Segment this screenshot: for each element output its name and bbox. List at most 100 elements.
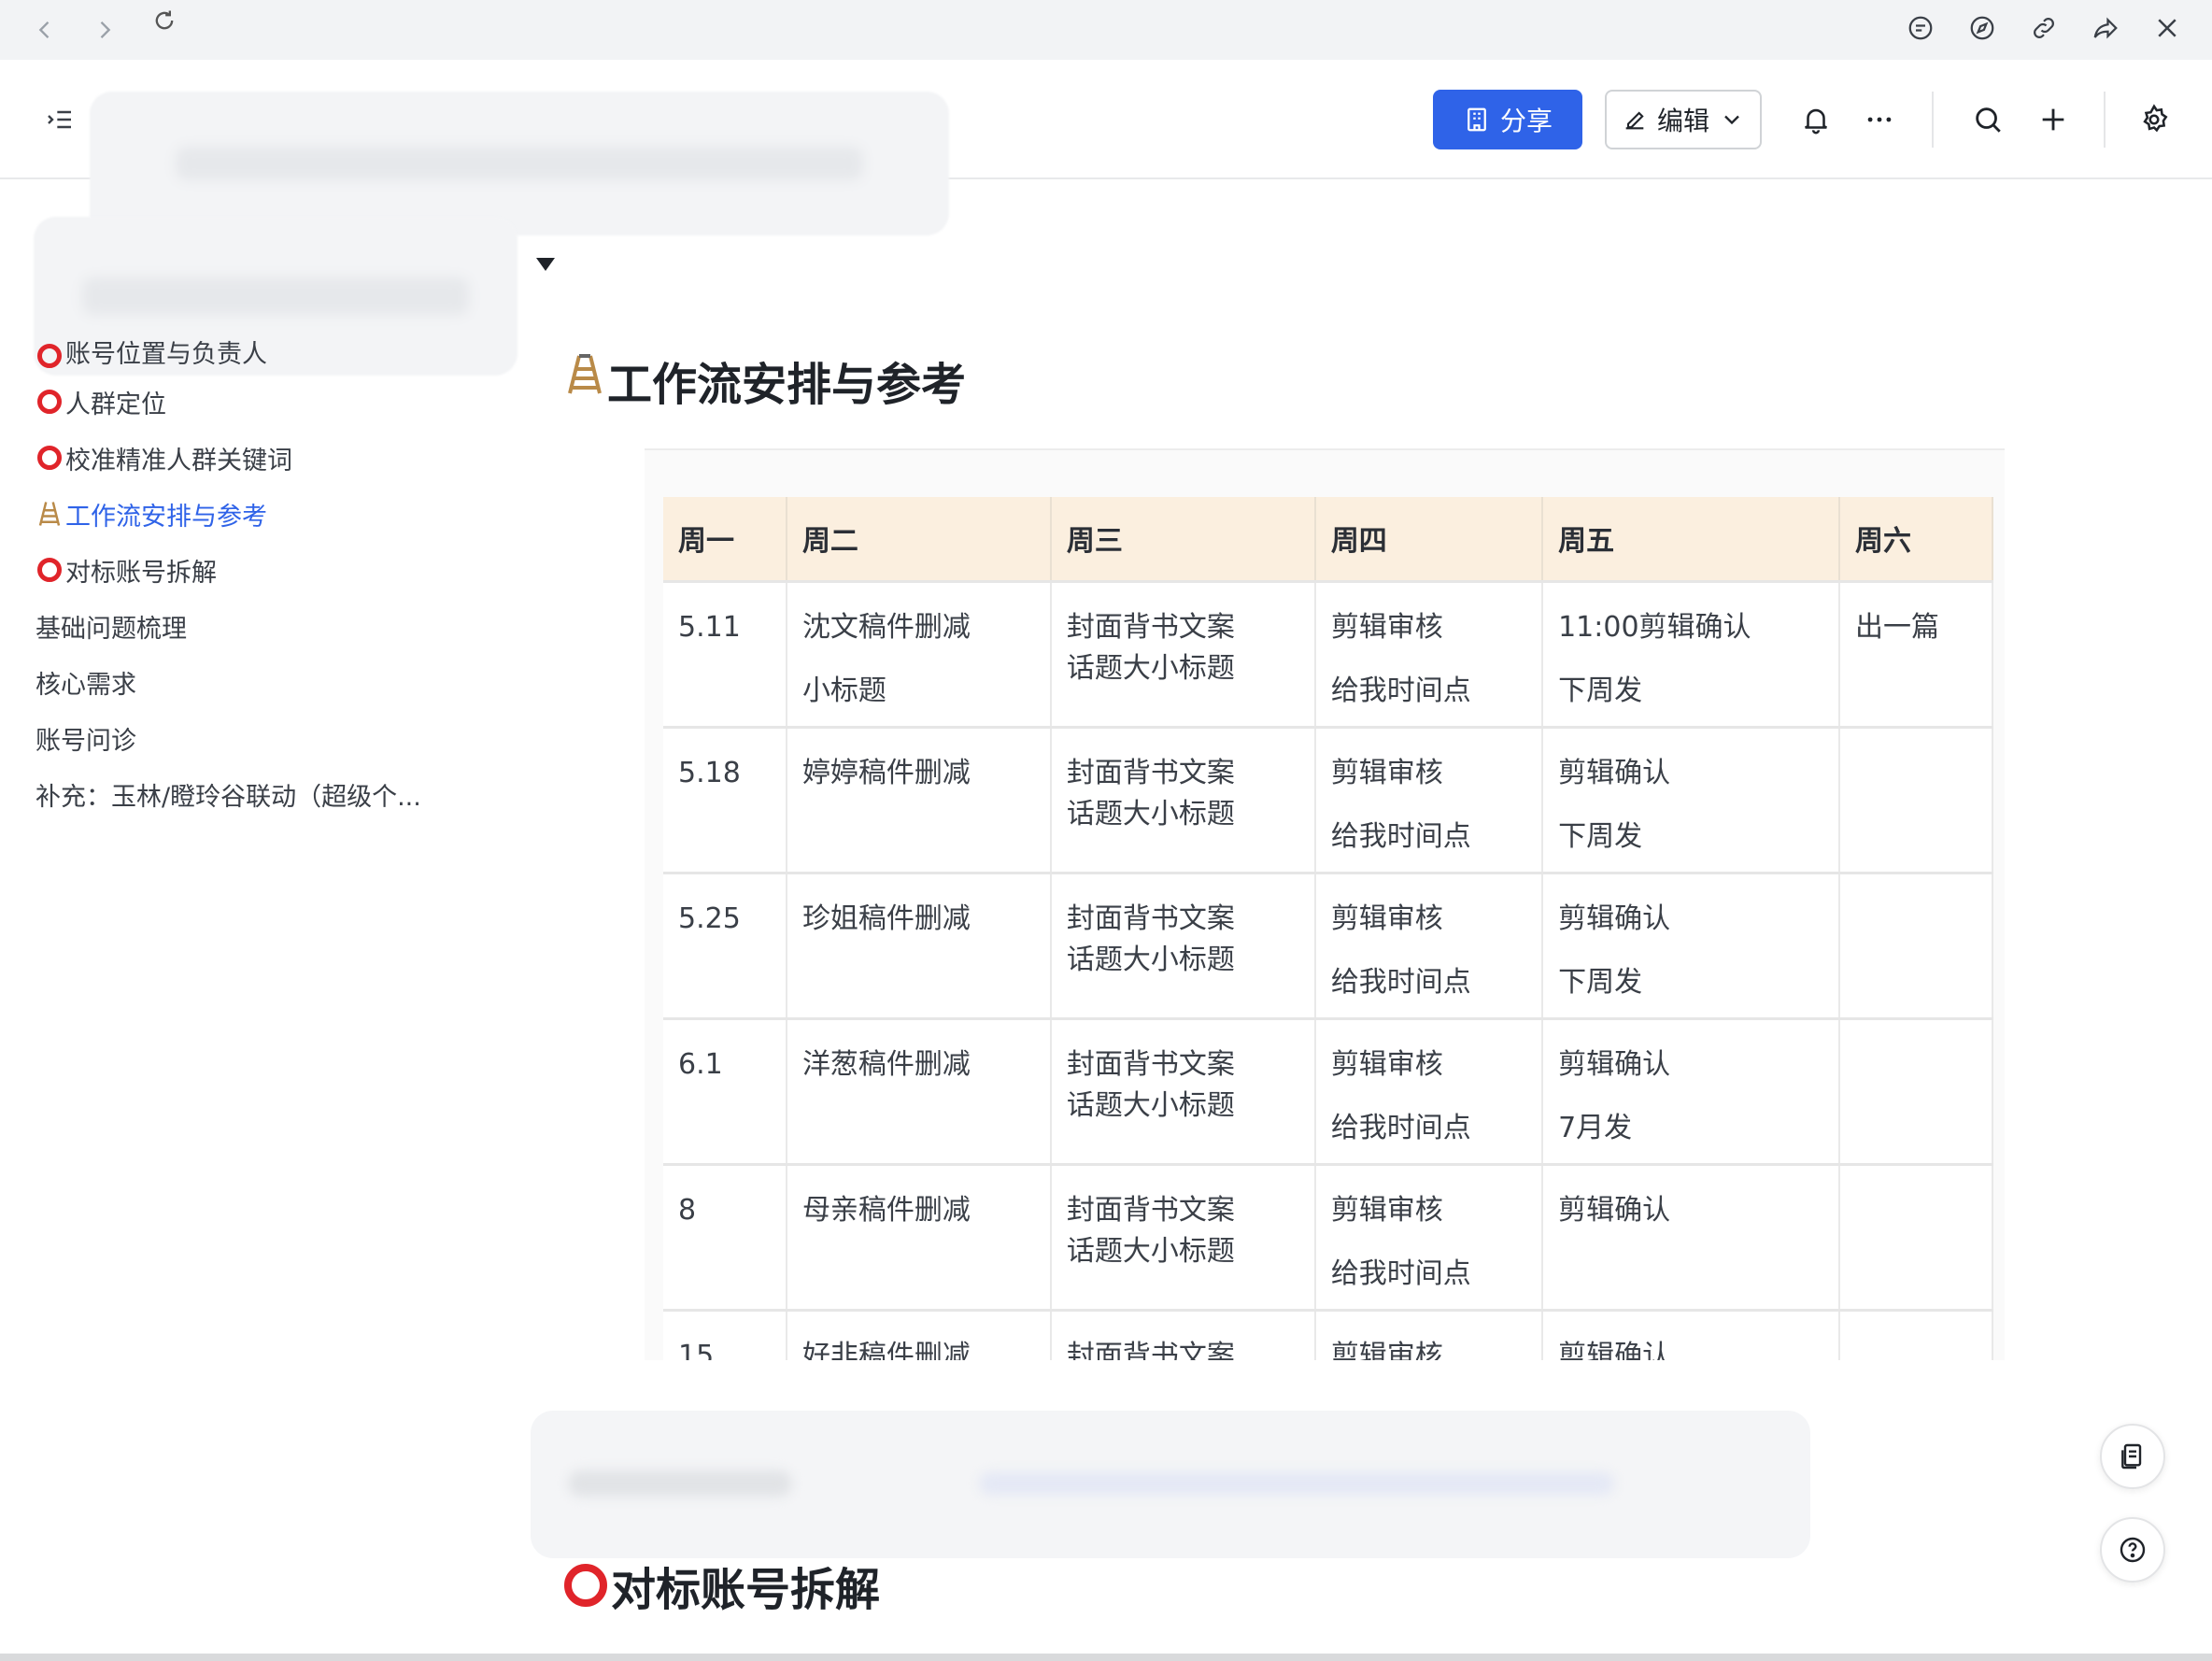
cell-text: 5.25: [678, 901, 741, 935]
cell-text: 剪辑审核 给我时间点: [1330, 1193, 1471, 1290]
table-of-contents: 账号位置与负责人 人群定位校准精准人群关键词工作流安排与参考 对标账号拆解 基础问题梳…: [0, 179, 555, 1661]
table-cell[interactable]: [1839, 871, 1993, 1018]
embedded-link-card[interactable]: [531, 1411, 1810, 1558]
help-button[interactable]: [2100, 1517, 2165, 1583]
table-cell[interactable]: 剪辑审核: [1314, 1308, 1544, 1360]
bell-icon[interactable]: [1797, 101, 1835, 138]
table-cell[interactable]: 好非稿件删减: [786, 1308, 1052, 1361]
table-row: 5.25 珍姐稿件删减 封面背书文案 话题大小标题 剪辑审核 给我时间点 剪辑确认 下周…: [663, 871, 1993, 1018]
table-row: 6.1 洋葱稿件删减 封面背书文案 话题大小标题 剪辑审核 给我时间点 剪辑确认 7月发: [663, 1016, 1993, 1164]
toc-toggle-icon[interactable]: [41, 101, 78, 138]
link-icon[interactable]: [2027, 11, 2061, 45]
table-cell[interactable]: 5.18: [663, 725, 787, 873]
caret-down-icon[interactable]: [534, 254, 557, 273]
document-icon: [2121, 1443, 2142, 1469]
table-cell[interactable]: 珍姐稿件删减: [786, 871, 1052, 1018]
cell-text: 6.1: [678, 1047, 723, 1081]
chevron-down-icon: [1724, 115, 1739, 125]
cell-text: 剪辑确认 下周发: [1558, 756, 1671, 853]
toc-item[interactable]: 对标账号拆解: [35, 542, 521, 598]
cell-text: 封面背书文案: [1066, 1339, 1235, 1361]
table-cell[interactable]: 剪辑审核 给我时间点: [1314, 871, 1544, 1018]
gear-icon[interactable]: [2135, 101, 2173, 138]
table-row: 5.11 沈文稿件删减 小标题 封面背书文案 话题大小标题 剪辑审核 给我时间点 11:…: [663, 579, 1993, 727]
toc-item[interactable]: 补充：玉林/瞪玲谷联动（超级个...: [35, 766, 521, 822]
ladder-icon: [566, 352, 607, 408]
table-header-cell: 周二: [786, 497, 1052, 581]
table-cell[interactable]: 封面背书文案: [1050, 1308, 1316, 1361]
table-cell[interactable]: 剪辑确认 下周发: [1542, 725, 1841, 873]
more-icon[interactable]: [1861, 101, 1898, 138]
search-icon[interactable]: [1969, 101, 2006, 138]
table-cell[interactable]: 6.1: [663, 1016, 787, 1164]
table-cell[interactable]: 5.11: [663, 579, 787, 727]
table-cell[interactable]: 出一篇: [1839, 579, 1993, 727]
table-cell[interactable]: 婷婷稿件删减: [786, 725, 1052, 873]
toc-item[interactable]: 核心需求: [35, 654, 521, 710]
close-icon[interactable]: [2150, 11, 2184, 45]
compass-icon[interactable]: [1965, 11, 1999, 45]
cell-text: 剪辑确认: [1558, 1193, 1671, 1227]
cell-text: 婷婷稿件删减: [801, 756, 971, 789]
table-cell[interactable]: 剪辑确认: [1542, 1162, 1841, 1310]
cell-text: 剪辑审核 给我时间点: [1330, 1047, 1471, 1144]
table-cell[interactable]: 沈文稿件删减 小标题: [786, 579, 1052, 727]
table-cell[interactable]: 15: [663, 1308, 787, 1360]
back-icon[interactable]: [28, 13, 62, 47]
copy-doc-button[interactable]: [2100, 1424, 2165, 1489]
table-cell[interactable]: 11:00剪辑确认 下周发: [1542, 579, 1841, 727]
table-cell[interactable]: 剪辑审核 给我时间点: [1314, 579, 1544, 727]
cell-text: 封面背书文案 话题大小标题: [1066, 1193, 1235, 1268]
table-cell[interactable]: 母亲稿件删减: [786, 1162, 1052, 1310]
table-cell[interactable]: 剪辑确认: [1542, 1308, 1841, 1360]
pencil-icon: [1625, 111, 1644, 130]
toc-item[interactable]: 账号位置与负责人: [35, 329, 521, 374]
toc-item[interactable]: 人群定位: [35, 374, 521, 430]
table-cell[interactable]: 剪辑确认 下周发: [1542, 871, 1841, 1018]
table-cell[interactable]: 封面背书文案 话题大小标题: [1050, 579, 1316, 727]
table-cell[interactable]: 洋葱稿件删减: [786, 1016, 1052, 1164]
share-button[interactable]: 分享: [1433, 90, 1582, 149]
table-cell[interactable]: 封面背书文案 话题大小标题: [1050, 1016, 1316, 1164]
next-section-title: 对标账号拆解: [611, 1564, 881, 1616]
table-header-cell: 周五: [1542, 497, 1841, 581]
table-cell[interactable]: 封面背书文案 话题大小标题: [1050, 1162, 1316, 1310]
table-cell[interactable]: 剪辑审核 给我时间点: [1314, 725, 1544, 873]
table-cell[interactable]: 5.25: [663, 871, 787, 1018]
table-cell[interactable]: 剪辑审核 给我时间点: [1314, 1016, 1544, 1164]
toc-item-label: 核心需求: [35, 670, 136, 700]
reload-icon[interactable]: [148, 4, 181, 37]
table-cell[interactable]: [1839, 1308, 1993, 1360]
table-cell[interactable]: [1839, 1162, 1993, 1310]
ladder-icon: [35, 500, 64, 528]
cell-text: 5.11: [678, 610, 741, 644]
toc-item[interactable]: 校准精准人群关键词: [35, 430, 521, 486]
toc-item[interactable]: 基础问题梳理: [35, 598, 521, 654]
cell-text: 封面背书文案 话题大小标题: [1066, 1047, 1235, 1122]
forward-share-icon[interactable]: [2089, 11, 2122, 45]
table-cell[interactable]: 8: [663, 1162, 787, 1310]
browser-toolbar: [0, 0, 2212, 60]
cell-text: 出一篇: [1855, 610, 1940, 644]
toc-item-label: 校准精准人群关键词: [65, 446, 292, 476]
table-cell[interactable]: [1839, 725, 1993, 873]
cell-text: 封面背书文案 话题大小标题: [1066, 901, 1235, 976]
red-circle-icon: [35, 342, 64, 370]
toc-item[interactable]: 工作流安排与参考: [35, 486, 521, 542]
table-cell[interactable]: 封面背书文案 话题大小标题: [1050, 871, 1316, 1018]
table-cell[interactable]: 封面背书文案 话题大小标题: [1050, 725, 1316, 873]
plus-icon[interactable]: [2035, 101, 2072, 138]
divider: [1932, 92, 1934, 148]
forward-icon[interactable]: [88, 13, 121, 47]
cell-text: 好非稿件删减: [801, 1339, 971, 1361]
window-bottom-edge: [0, 1654, 2212, 1661]
cell-text: 剪辑审核 给我时间点: [1330, 610, 1471, 707]
toc-list: 账号位置与负责人 人群定位校准精准人群关键词工作流安排与参考 对标账号拆解 基础问题梳…: [35, 329, 521, 822]
table-cell[interactable]: 剪辑审核 给我时间点: [1314, 1162, 1544, 1310]
toc-item[interactable]: 账号问诊: [35, 710, 521, 766]
table-cell[interactable]: [1839, 1016, 1993, 1164]
table-cell[interactable]: 剪辑确认 7月发: [1542, 1016, 1841, 1164]
comment-icon[interactable]: [1904, 11, 1937, 45]
edit-mode-button[interactable]: 编辑: [1605, 90, 1762, 149]
cell-text: 封面背书文案 话题大小标题: [1066, 756, 1235, 830]
